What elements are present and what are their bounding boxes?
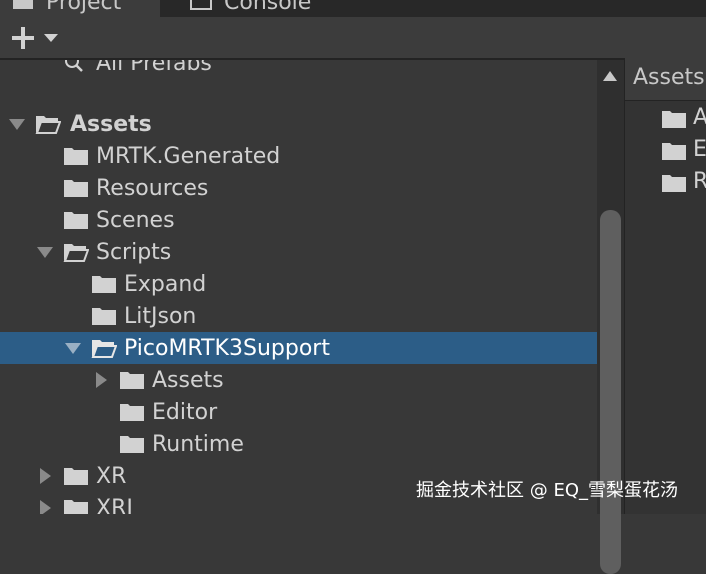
tree-item-all-prefabs[interactable]: All Prefabs	[0, 60, 597, 79]
tree-item-expand[interactable]: Expand	[0, 268, 597, 300]
console-icon	[190, 0, 212, 10]
folder-icon	[662, 143, 686, 160]
tree-item-litjson[interactable]: LitJson	[0, 300, 597, 332]
chevron-down-icon	[44, 34, 58, 42]
tree-item-scripts[interactable]: Scripts	[0, 236, 597, 268]
tree-item-nested-assets[interactable]: Assets	[0, 364, 597, 396]
tree-item-label: LitJson	[124, 303, 197, 329]
folder-icon	[120, 436, 144, 453]
tree-scrollbar[interactable]	[597, 60, 624, 574]
expanded-arrow-icon[interactable]	[8, 115, 26, 133]
scroll-up-arrow-icon[interactable]	[602, 70, 618, 82]
tree-item-label: Assets	[70, 111, 152, 137]
watermark: 掘金技术社区 @ EQ_雪梨蛋花汤	[416, 480, 678, 501]
tree-item-scenes[interactable]: Scenes	[0, 204, 597, 236]
asset-browser-panel: Assets A E R	[624, 58, 706, 514]
folder-icon	[64, 148, 88, 165]
tree-item-editor[interactable]: Editor	[0, 396, 597, 428]
tree-item-mrtk-generated[interactable]: MRTK.Generated	[0, 140, 597, 172]
tree-item-label: Runtime	[152, 431, 244, 457]
search-icon	[65, 60, 83, 72]
tree-item-label: PicoMRTK3Support	[124, 335, 330, 361]
tree-item-label: Assets	[152, 367, 224, 393]
add-asset-button[interactable]	[10, 23, 66, 53]
tab-bar: Project Console	[0, 0, 706, 17]
collapsed-arrow-icon[interactable]	[92, 371, 110, 389]
folder-icon	[120, 404, 144, 421]
tab-project[interactable]: Project	[0, 0, 160, 17]
tree-item-label: MRTK.Generated	[96, 143, 281, 169]
tree-item-assets[interactable]: Assets	[0, 108, 597, 140]
tab-console[interactable]: Console	[178, 0, 311, 17]
folder-icon	[662, 175, 686, 192]
tree-item-label: XR	[96, 463, 127, 489]
asset-list-item-label: R	[693, 169, 706, 194]
tree-item-picomrtk3support[interactable]: PicoMRTK3Support	[0, 332, 597, 364]
tree-item-label: Resources	[96, 175, 209, 201]
asset-list-item[interactable]: E	[661, 136, 706, 164]
tree-item-label: Expand	[124, 271, 207, 297]
tree-item-resources[interactable]: Resources	[0, 172, 597, 204]
expanded-arrow-icon[interactable]	[64, 339, 82, 357]
tree-item-label: All Prefabs	[96, 60, 212, 76]
open-folder-icon	[63, 244, 89, 262]
folder-icon	[92, 308, 116, 325]
tree-item-label: Editor	[152, 399, 218, 425]
asset-list-item[interactable]: A	[661, 104, 706, 132]
breadcrumb: Assets	[625, 58, 706, 101]
asset-list-item[interactable]: R	[661, 168, 706, 196]
collapsed-arrow-icon[interactable]	[36, 467, 54, 485]
folder-icon	[64, 500, 88, 514]
collapsed-arrow-icon[interactable]	[36, 499, 54, 514]
asset-list-item-label: A	[693, 105, 706, 130]
asset-list-item-label: E	[693, 137, 706, 162]
breadcrumb-assets[interactable]: Assets	[633, 65, 705, 90]
folder-icon	[64, 212, 88, 229]
scrollbar-thumb[interactable]	[600, 210, 621, 574]
expanded-arrow-icon[interactable]	[36, 243, 54, 261]
open-folder-icon	[91, 340, 117, 358]
folder-icon	[120, 372, 144, 389]
folder-icon	[92, 276, 116, 293]
tab-console-label: Console	[224, 0, 312, 15]
tree-item-runtime[interactable]: Runtime	[0, 428, 597, 460]
plus-icon	[12, 27, 34, 49]
tree-item-label: Scenes	[96, 207, 175, 233]
folder-tab-icon	[13, 0, 33, 9]
open-folder-icon	[35, 116, 61, 134]
tree-item-label: XRI	[96, 495, 133, 515]
project-tree: All Prefabs Assets MRTK.Generated Resour…	[0, 60, 597, 514]
folder-icon	[64, 180, 88, 197]
toolbar	[0, 17, 706, 60]
tab-project-label: Project	[46, 0, 122, 15]
folder-icon	[662, 111, 686, 128]
tree-item-label: Scripts	[96, 239, 172, 265]
folder-icon	[64, 468, 88, 485]
